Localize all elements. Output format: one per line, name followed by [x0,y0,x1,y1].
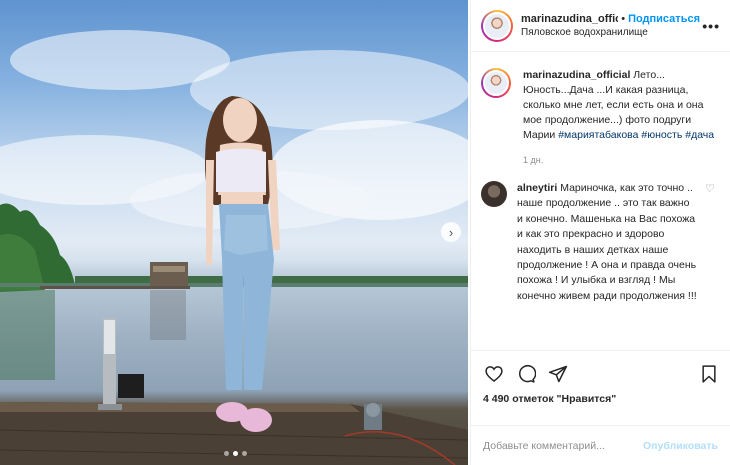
likes-count[interactable]: 4 490 отметок "Нравится" [471,389,730,409]
comment-body: alneytiri Мариночка, как это точно .. на… [517,181,697,304]
comment-item: alneytiri Мариночка, как это точно .. на… [471,165,730,304]
hashtag[interactable]: #юность [641,129,682,141]
carousel-dot [242,451,247,456]
caption-body: marinazudina_official Лето... Юность...Д… [523,68,720,143]
chevron-right-icon: › [448,224,454,240]
publish-button[interactable]: Опубликовать [643,440,718,452]
post-header: marinazudina_offici • Подписаться Пяловс… [471,0,730,52]
add-comment-bar: Опубликовать [471,425,730,465]
post-location[interactable]: Пяловское водохранилище [521,27,700,38]
hashtag[interactable]: #дача [685,129,714,141]
hashtag[interactable]: #мариятабакова [558,129,638,141]
follow-button[interactable]: Подписаться [628,13,700,25]
caption-timestamp[interactable]: 1 дн. [523,155,730,165]
more-options-icon[interactable]: ••• [700,18,720,34]
share-icon[interactable] [547,363,569,385]
post-side-panel: marinazudina_offici • Подписаться Пяловс… [470,0,730,465]
comment-icon[interactable] [515,363,537,385]
photo-scene [0,30,468,465]
post-caption: marinazudina_official Лето... Юность...Д… [471,52,730,143]
next-photo-button[interactable]: › [441,222,461,242]
caption-username[interactable]: marinazudina_official [523,69,630,81]
post-photo[interactable]: › [0,0,468,465]
bookmark-icon[interactable] [698,363,720,385]
carousel-dots [224,451,247,456]
comment-like-icon[interactable]: ♡ [705,182,715,304]
separator-dot: • [621,13,626,25]
carousel-dot [224,451,229,456]
post-actions: 4 490 отметок "Нравится" [471,350,730,409]
author-avatar[interactable] [481,9,513,42]
comment-text: Мариночка, как это точно .. наше продолж… [517,182,697,302]
carousel-dot-active [233,451,238,456]
author-username[interactable]: marinazudina_offici [521,13,618,25]
commenter-username[interactable]: alneytiri [517,182,557,194]
comment-input[interactable] [483,439,644,452]
caption-avatar[interactable] [481,68,511,98]
heart-icon[interactable] [483,363,505,385]
commenter-avatar[interactable] [481,181,507,207]
